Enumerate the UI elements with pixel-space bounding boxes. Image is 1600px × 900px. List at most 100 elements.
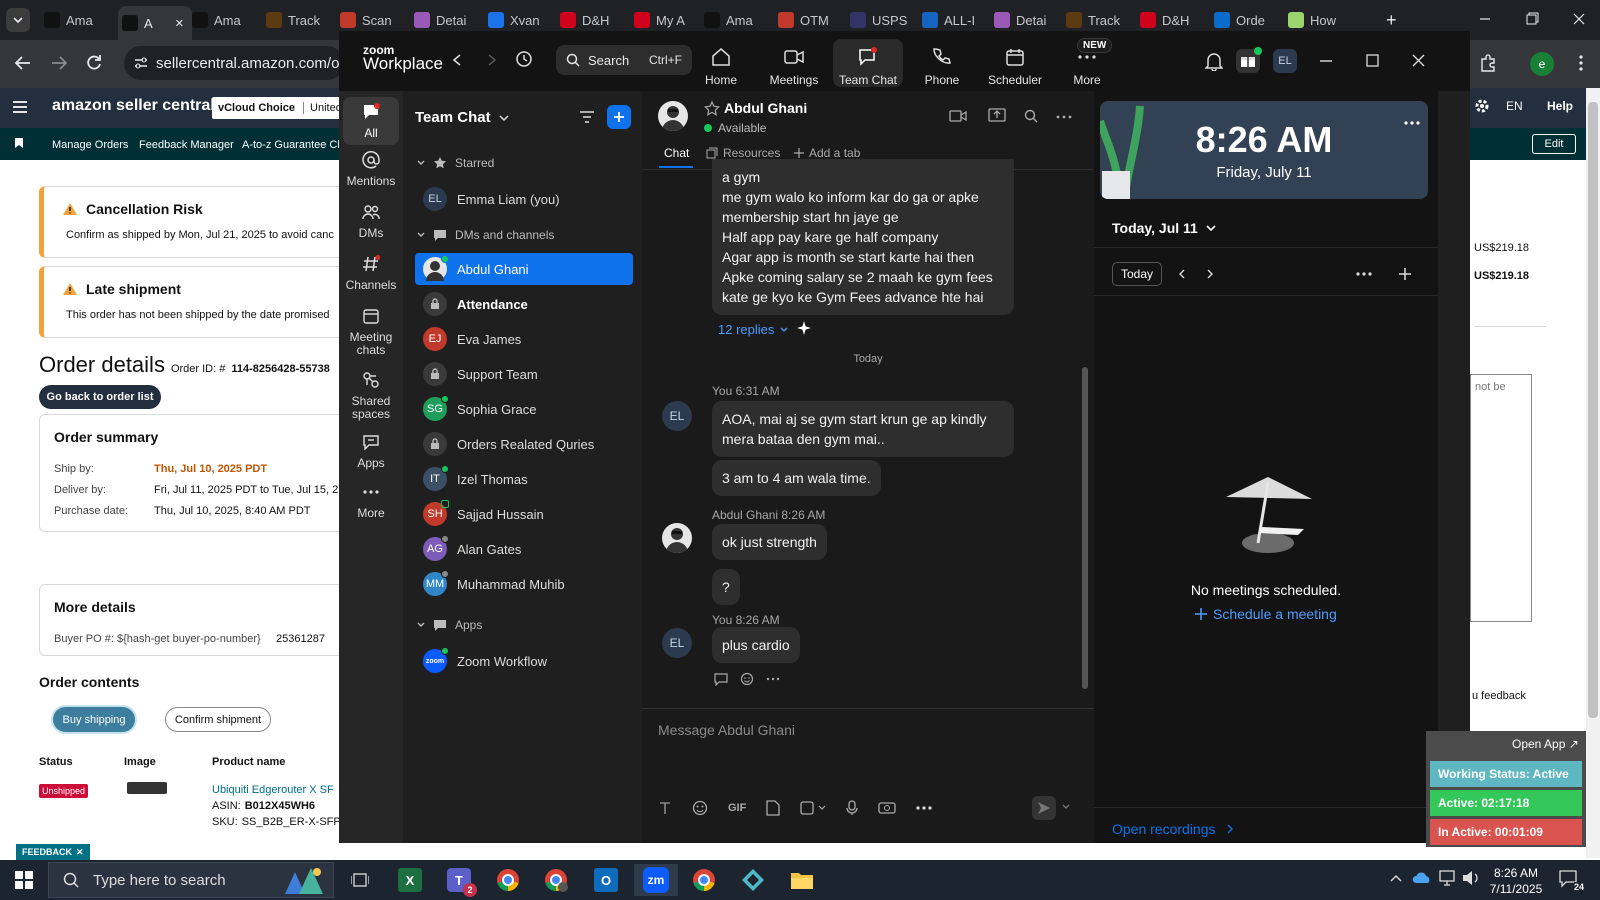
feedback-tab[interactable]: FEEDBACK ✕	[16, 844, 90, 860]
address-bar[interactable]: sellercentral.amazon.com/ord	[124, 46, 344, 80]
tray-chevron-icon[interactable]	[1390, 874, 1402, 882]
chat-search-icon[interactable]	[1024, 109, 1038, 123]
zoom-maximize-button[interactable]	[1366, 54, 1379, 67]
close-tab-icon[interactable]: ✕	[175, 17, 184, 30]
today-button[interactable]: Today	[1112, 262, 1162, 286]
dm-item[interactable]: IT Izel Thomas	[415, 463, 633, 495]
extensions-icon[interactable]	[1478, 53, 1498, 73]
forward-icon[interactable]	[50, 54, 68, 72]
zoom-nav-meetings[interactable]: Meetings	[759, 45, 829, 87]
zoom-search-box[interactable]: Search Ctrl+F	[556, 45, 692, 75]
schedule-meeting-link[interactable]: Schedule a meeting	[1195, 606, 1337, 622]
dm-item[interactable]: AG Alan Gates	[415, 533, 633, 565]
calendar-date-selector[interactable]: Today, Jul 11	[1112, 220, 1216, 236]
notifications-bell-icon[interactable]	[1205, 51, 1223, 71]
dm-item[interactable]: Abdul Ghani	[415, 253, 633, 285]
chrome-alt-taskbar-icon[interactable]	[682, 864, 726, 896]
starred-item[interactable]: EL Emma Liam (you)	[415, 183, 633, 215]
browser-tab[interactable]: Track	[262, 7, 330, 33]
edit-nav-button[interactable]: Edit	[1532, 134, 1576, 154]
settings-gear-icon[interactable]	[1474, 98, 1490, 114]
zoom-nav-team-chat[interactable]: Team Chat	[833, 39, 903, 87]
rail-item-dms[interactable]: DMs	[343, 201, 399, 240]
browser-tab[interactable]: How	[1284, 7, 1352, 33]
message-bubble[interactable]: AOA, mai aj se gym start krun ge ap kind…	[712, 401, 1014, 457]
browser-tab[interactable]: ALL-I	[918, 7, 986, 33]
excel-taskbar-icon[interactable]: X	[388, 864, 432, 896]
nav-manage-orders[interactable]: Manage Orders	[52, 139, 128, 151]
zoom-nav-home[interactable]: Home	[686, 45, 756, 87]
browser-tab[interactable]: Orde	[1210, 7, 1278, 33]
zoom-nav-scheduler[interactable]: Scheduler	[980, 45, 1050, 87]
video-message-icon[interactable]	[878, 801, 896, 815]
team-chat-header[interactable]: Team Chat	[415, 109, 509, 126]
browser-tab[interactable]: Ama	[188, 7, 256, 33]
sender-avatar[interactable]: EL	[662, 628, 692, 658]
add-event-icon[interactable]	[1398, 267, 1412, 281]
onedrive-icon[interactable]	[1412, 872, 1432, 884]
browser-tab[interactable]: Detai	[990, 7, 1058, 33]
clock-more-icon[interactable]	[1404, 121, 1420, 125]
volume-icon[interactable]	[1462, 870, 1480, 886]
back-to-order-list-button[interactable]: Go back to order list	[39, 385, 161, 409]
nav-feedback-manager[interactable]: Feedback Manager	[139, 139, 234, 151]
windows-start-button[interactable]	[2, 864, 46, 896]
task-view-button[interactable]	[338, 864, 382, 896]
rail-item-meeting-chats[interactable]: Meeting chats	[343, 305, 399, 357]
dm-item[interactable]: Attendance	[415, 288, 633, 320]
taskbar-clock[interactable]: 8:26 AM 7/11/2025	[1486, 865, 1546, 897]
zoom-minimize-button[interactable]	[1319, 59, 1333, 63]
contact-avatar[interactable]	[658, 101, 688, 131]
send-button[interactable]	[1032, 796, 1056, 820]
tab-resources[interactable]: Resources	[706, 146, 780, 160]
message-bubble[interactable]: ok just strength	[712, 524, 827, 560]
zoom-logo[interactable]: zoom Workplace	[363, 43, 443, 72]
browser-menu-icon[interactable]	[1578, 54, 1584, 72]
text-format-icon[interactable]	[658, 801, 672, 815]
new-tab-button[interactable]: +	[1386, 10, 1397, 31]
ai-sparkle-icon[interactable]	[796, 320, 812, 336]
open-recordings-link[interactable]: Open recordings	[1112, 821, 1234, 837]
add-tab-button[interactable]: Add a tab	[794, 146, 860, 160]
nav-a-to-z-claims[interactable]: A-to-z Guarantee Cla	[242, 139, 346, 151]
apps-section-header[interactable]: Apps	[417, 618, 482, 632]
chat-more-icon[interactable]	[1056, 115, 1072, 119]
message-bubble[interactable]: ?	[712, 569, 740, 605]
browser-tab[interactable]: D&H	[556, 7, 624, 33]
zoom-back-icon[interactable]	[452, 53, 462, 67]
sender-avatar[interactable]	[662, 523, 692, 553]
filter-icon[interactable]	[579, 110, 595, 124]
prev-day-icon[interactable]	[1178, 269, 1186, 279]
hamburger-menu-icon[interactable]	[12, 100, 28, 114]
chrome-taskbar-icon[interactable]	[486, 864, 530, 896]
calendar-more-icon[interactable]	[1356, 272, 1372, 276]
zoom-forward-icon[interactable]	[487, 53, 497, 67]
screenshot-icon[interactable]	[800, 800, 826, 816]
previous-message-bubble[interactable]: a gym me gym walo ko inform kar do ga or…	[712, 159, 1014, 315]
browser-tab[interactable]: Scan	[336, 7, 404, 33]
starred-section-header[interactable]: Starred	[417, 156, 494, 170]
help-link[interactable]: Help	[1547, 99, 1573, 113]
dm-item[interactable]: SH Sajjad Hussain	[415, 498, 633, 530]
teams-taskbar-icon[interactable]: T2	[437, 864, 481, 897]
chrome-profile-taskbar-icon[interactable]	[534, 864, 578, 896]
rail-item-more[interactable]: More	[343, 481, 399, 520]
emoji-react-icon[interactable]	[740, 672, 754, 686]
message-bubble[interactable]: plus cardio	[712, 627, 800, 663]
reload-icon[interactable]	[85, 54, 103, 72]
profile-avatar[interactable]: e	[1530, 52, 1554, 76]
browser-tab[interactable]: USPS	[846, 7, 914, 33]
browser-tab[interactable]: Xvan	[484, 7, 552, 33]
gift-icon[interactable]	[1236, 47, 1262, 73]
share-screen-icon[interactable]	[988, 108, 1006, 124]
buy-shipping-button[interactable]: Buy shipping	[53, 707, 135, 732]
zoom-nav-phone[interactable]: Phone	[907, 45, 977, 87]
browser-tab[interactable]: D&H	[1136, 7, 1204, 33]
open-app-link[interactable]: Open App ↗	[1512, 737, 1579, 751]
browser-tab[interactable]: OTM	[774, 7, 842, 33]
rail-item-all[interactable]: All	[343, 97, 399, 145]
back-icon[interactable]	[14, 54, 32, 72]
apps-item-zoom-workflow[interactable]: zoom Zoom Workflow	[415, 645, 633, 677]
history-icon[interactable]	[515, 50, 533, 68]
app-diamond-taskbar-icon[interactable]	[731, 864, 775, 896]
